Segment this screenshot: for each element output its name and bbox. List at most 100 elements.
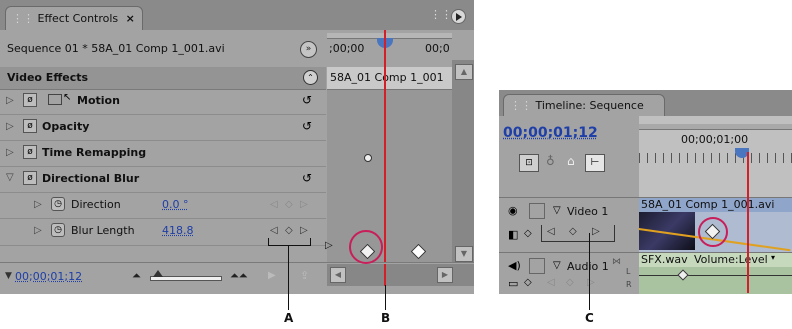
video-clip-header: 58A_01 Comp 1_001.avi	[639, 198, 792, 212]
lock-toggle[interactable]	[529, 203, 545, 219]
param-row-direction: ▷ ◷ Direction 0.0 ° ◁ ◇ ▷	[0, 193, 326, 219]
ruler-scroll[interactable]	[639, 124, 792, 130]
param-value[interactable]: 0.0 °	[162, 198, 189, 211]
prev-keyframe-icon[interactable]: ◁	[270, 225, 278, 236]
zoom-out-icon[interactable]: ⏶	[132, 269, 141, 283]
fx-toggle-icon[interactable]: ø	[23, 119, 37, 133]
stopwatch-icon[interactable]: ◷	[51, 223, 65, 237]
ruler-time-start: ;00;00	[329, 42, 365, 55]
collapse-triangle-icon[interactable]: ▽	[553, 205, 561, 216]
collapse-triangle-icon[interactable]: ▽	[6, 172, 14, 183]
keyframe[interactable]	[410, 243, 427, 260]
scroll-up-button[interactable]: ▲	[455, 64, 473, 80]
snap-icon[interactable]: ⊡	[519, 154, 539, 172]
effect-controls-panel: ⋮⋮ Effect Controls × ⋮⋮ Sequence 01 * 58…	[0, 0, 474, 294]
export-icon[interactable]: ⇪	[300, 269, 309, 282]
next-keyframe-icon[interactable]: ▷	[592, 226, 600, 237]
audio-track-label: Audio 1	[567, 260, 609, 273]
opacity-keyframe[interactable]	[364, 154, 372, 162]
collapse-triangle-icon[interactable]: ▽	[553, 260, 561, 271]
next-keyframe-icon[interactable]: ▷	[300, 199, 308, 210]
next-keyframe-icon[interactable]: ▷	[300, 225, 308, 236]
expand-triangle-icon[interactable]: ▷	[6, 95, 14, 106]
ruler-time: 00;00;01;00	[681, 133, 749, 146]
collapse-effects-icon[interactable]: ⌃	[303, 70, 318, 85]
add-keyframe-icon[interactable]: ◇	[285, 199, 293, 210]
close-icon[interactable]: ×	[126, 12, 135, 25]
lock-toggle[interactable]	[529, 258, 545, 274]
effect-row-opacity[interactable]: ▷ ø Opacity ↺	[0, 115, 326, 141]
add-keyframe-icon[interactable]: ◇	[569, 226, 577, 237]
speaker-icon[interactable]: ◀)	[508, 259, 521, 272]
param-value[interactable]: 418.8	[162, 224, 194, 237]
effect-row-directional-blur[interactable]: ▽ ø Directional Blur ↺	[0, 167, 326, 193]
prev-keyframe-icon[interactable]: ◁	[547, 226, 555, 237]
display-style-icon[interactable]: ◧	[508, 228, 518, 241]
current-timecode[interactable]: 00;00;01;12	[15, 270, 82, 283]
keyframe-mode-icon[interactable]: ◇	[524, 228, 532, 239]
display-style-icon[interactable]: ▭	[508, 277, 518, 290]
scroll-down-button[interactable]: ▼	[455, 246, 473, 262]
motion-transform-icon[interactable]	[48, 94, 62, 105]
chevron-down-icon[interactable]: ▾	[771, 253, 775, 262]
zoom-slider-thumb[interactable]	[153, 270, 163, 277]
zoom-in-icon[interactable]: ⏶⏶	[230, 269, 248, 283]
vertical-scrollbar[interactable]: ▲ ▼	[452, 60, 474, 262]
ruler-ticks	[639, 153, 792, 163]
effect-row-motion[interactable]: ▷ ø ↖ Motion ↺	[0, 89, 326, 115]
fx-toggle-icon[interactable]: ø	[23, 93, 37, 107]
play-audio-icon[interactable]: ▶	[268, 270, 276, 281]
prev-keyframe-icon[interactable]: ◁	[270, 199, 278, 210]
time-ruler[interactable]: ;00;00 00;0	[327, 30, 452, 68]
effect-name: Directional Blur	[42, 172, 140, 185]
keyframe-mode-icon[interactable]: ◇	[524, 277, 532, 288]
sequence-label: Sequence 01 * 58A_01 Comp 1_001.avi	[7, 42, 225, 55]
keyframe[interactable]	[677, 269, 689, 281]
reset-icon[interactable]: ↺	[302, 119, 312, 133]
clip-bar[interactable]: 58A_01 Comp 1_001	[327, 67, 452, 90]
reset-icon[interactable]: ↺	[302, 171, 312, 185]
marker-icon[interactable]: ♁	[546, 154, 555, 168]
video-clip-label: 58A_01 Comp 1_001.avi	[641, 198, 775, 211]
timeline-timecode[interactable]: 00;00;01;12	[503, 125, 598, 141]
add-keyframe-icon[interactable]: ◇	[285, 225, 293, 236]
scroll-right-button[interactable]: ▶	[437, 267, 453, 283]
effect-name: Motion	[77, 94, 120, 107]
in-out-icon[interactable]: ⊢	[585, 154, 605, 172]
reset-icon[interactable]: ↺	[302, 93, 312, 107]
param-name: Blur Length	[71, 224, 135, 237]
prev-keyframe-icon[interactable]: ◁	[547, 277, 555, 288]
callout-c-label: C	[585, 311, 594, 325]
stopwatch-icon[interactable]: ◷	[51, 197, 65, 211]
fx-toggle-icon[interactable]: ø	[23, 145, 37, 159]
expand-triangle-icon[interactable]: ▷	[6, 147, 14, 158]
playhead-line[interactable]	[747, 152, 749, 293]
effect-name: Opacity	[42, 120, 90, 133]
set-marker-icon[interactable]: ⌂	[567, 154, 575, 168]
callout-b-label: B	[381, 311, 391, 325]
tab-effect-controls[interactable]: ⋮⋮ Effect Controls ×	[5, 6, 143, 31]
eye-icon[interactable]: ◉	[508, 204, 518, 217]
playhead-line[interactable]	[384, 30, 386, 262]
callout-c-line	[589, 233, 590, 310]
fx-toggle-icon[interactable]: ø	[23, 171, 37, 185]
effect-timeline-area[interactable]: ;00;00 00;0 58A_01 Comp 1_001 ▷	[325, 30, 452, 264]
audio-clip-property[interactable]: Volume:Level	[694, 253, 768, 266]
panel-menu-button[interactable]	[451, 9, 466, 24]
effect-row-time-remapping[interactable]: ▷ ø Time Remapping	[0, 141, 326, 167]
show-timeline-toggle[interactable]: »	[300, 41, 317, 58]
timeline-ruler[interactable]: 00;00;01;00	[639, 116, 792, 197]
video-clip[interactable]: 58A_01 Comp 1_001.avi	[638, 197, 792, 252]
audio-clip-header: SFX.wav Volume:Level ▾	[639, 253, 792, 267]
tab-timeline[interactable]: ⋮⋮ Timeline: Sequence 01 ×	[503, 94, 665, 134]
ruler-time-end: 00;0	[425, 42, 450, 55]
scroll-left-button[interactable]: ◀	[330, 267, 346, 283]
marker-icon: ▼	[5, 271, 12, 281]
keyframe-highlight-circle	[349, 230, 383, 264]
expand-triangle-icon[interactable]: ▷	[34, 199, 42, 210]
horizontal-scrollbar[interactable]: ◀ ▶	[327, 264, 474, 286]
expand-triangle-icon[interactable]: ▷	[6, 121, 14, 132]
expand-triangle-icon[interactable]: ▷	[34, 225, 42, 236]
add-keyframe-icon[interactable]: ◇	[566, 277, 574, 288]
audio-clip[interactable]: SFX.wav Volume:Level ▾	[639, 252, 792, 294]
